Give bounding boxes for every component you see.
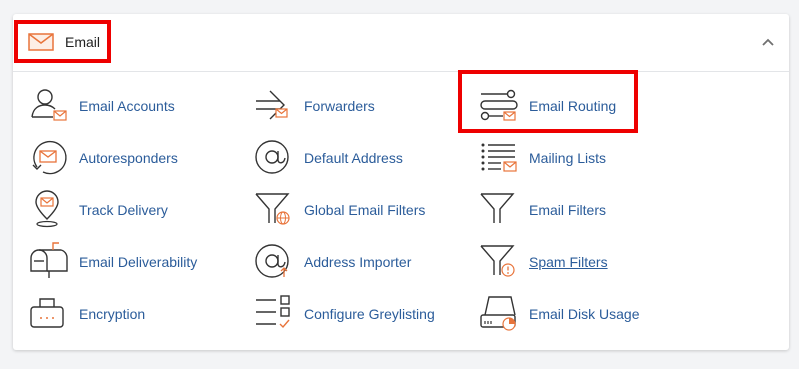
email-routing-icon xyxy=(480,89,518,121)
item-label[interactable]: Email Disk Usage xyxy=(529,306,639,322)
default-address-link[interactable]: Default Address xyxy=(252,137,452,177)
default-address-icon xyxy=(255,140,289,174)
mailing-lists-link[interactable]: Mailing Lists xyxy=(477,137,677,177)
chevron-up-icon[interactable] xyxy=(760,34,776,50)
email-disk-usage-icon xyxy=(480,296,516,331)
item-label[interactable]: Email Deliverability xyxy=(79,254,197,270)
section-title: Email xyxy=(65,34,101,50)
spam-filters-link[interactable]: Spam Filters xyxy=(477,241,677,281)
email-accounts-icon xyxy=(31,89,67,121)
item-label[interactable]: Encryption xyxy=(79,306,145,322)
email-deliverability-link[interactable]: Email Deliverability xyxy=(27,241,227,281)
item-label[interactable]: Email Accounts xyxy=(79,98,175,114)
email-filters-icon xyxy=(480,193,515,223)
item-label[interactable]: Email Routing xyxy=(529,98,616,114)
email-routing-link[interactable]: Email Routing xyxy=(477,85,677,125)
global-email-filters-link[interactable]: Global Email Filters xyxy=(252,189,452,229)
item-label[interactable]: Default Address xyxy=(304,150,403,166)
global-email-filters-icon xyxy=(255,193,290,225)
encryption-link[interactable]: Encryption xyxy=(27,293,227,333)
item-label[interactable]: Autoresponders xyxy=(79,150,178,166)
item-label[interactable]: Global Email Filters xyxy=(304,202,425,218)
autoresponders-icon xyxy=(32,140,67,175)
item-label[interactable]: Mailing Lists xyxy=(529,150,606,166)
forwarders-icon xyxy=(256,90,288,120)
spam-filters-icon xyxy=(480,245,515,277)
email-accounts-link[interactable]: Email Accounts xyxy=(27,85,227,125)
track-delivery-link[interactable]: Track Delivery xyxy=(27,189,227,229)
forwarders-link[interactable]: Forwarders xyxy=(252,85,452,125)
envelope-icon xyxy=(28,33,54,51)
mailing-lists-icon xyxy=(481,143,517,172)
item-label[interactable]: Configure Greylisting xyxy=(304,306,435,322)
email-section-header[interactable]: Email xyxy=(13,14,789,72)
address-importer-icon xyxy=(255,244,289,278)
configure-greylisting-link[interactable]: Configure Greylisting xyxy=(252,293,452,333)
item-label[interactable]: Spam Filters xyxy=(529,254,608,270)
item-label[interactable]: Forwarders xyxy=(304,98,375,114)
configure-greylisting-icon xyxy=(256,295,290,329)
email-disk-usage-link[interactable]: Email Disk Usage xyxy=(477,293,677,333)
track-delivery-icon xyxy=(35,190,59,228)
encryption-icon xyxy=(30,298,64,328)
address-importer-link[interactable]: Address Importer xyxy=(252,241,452,281)
item-label[interactable]: Address Importer xyxy=(304,254,411,270)
email-deliverability-icon xyxy=(30,242,68,278)
item-label[interactable]: Track Delivery xyxy=(79,202,168,218)
email-section-panel: Email Email Accounts Forwarders Email Ro… xyxy=(13,14,789,350)
item-label[interactable]: Email Filters xyxy=(529,202,606,218)
autoresponders-link[interactable]: Autoresponders xyxy=(27,137,227,177)
email-filters-link[interactable]: Email Filters xyxy=(477,189,677,229)
